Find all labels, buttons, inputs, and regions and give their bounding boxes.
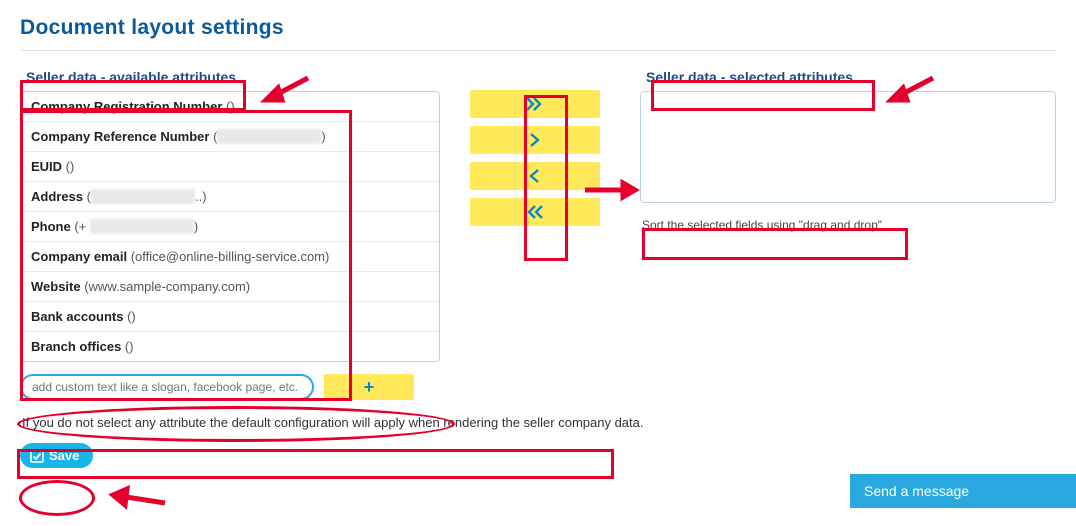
attribute-value: (xxxxxxxxxxxxxxxx) xyxy=(213,129,326,144)
attribute-label: Company Registration Number xyxy=(31,99,226,114)
attribute-label: Company Reference Number xyxy=(31,129,213,144)
move-right-button[interactable] xyxy=(470,126,600,154)
move-all-right-button[interactable] xyxy=(470,90,600,118)
available-item[interactable]: Phone (+ xxxxxxxxxxxxxxxx) xyxy=(21,212,439,242)
save-button-label: Save xyxy=(49,448,79,463)
save-button[interactable]: Save xyxy=(20,443,93,468)
add-custom-text-button[interactable]: + xyxy=(324,374,414,400)
available-item[interactable]: Website (www.sample-company.com) xyxy=(21,272,439,302)
chat-widget[interactable]: Send a message xyxy=(850,474,1076,508)
attribute-value: () xyxy=(226,99,235,114)
attribute-value: () xyxy=(125,339,134,354)
available-attributes-header: Seller data - available attributes xyxy=(20,65,242,89)
attribute-label: Phone xyxy=(31,219,74,234)
attribute-value: (xxxxxxxxxxxxxxxx..) xyxy=(87,189,207,204)
available-item[interactable]: EUID () xyxy=(21,152,439,182)
move-all-left-button[interactable] xyxy=(470,198,600,226)
attribute-label: Bank accounts xyxy=(31,309,127,324)
attribute-label: EUID xyxy=(31,159,66,174)
available-item[interactable]: Company email (office@online-billing-ser… xyxy=(21,242,439,272)
page-title: Document layout settings xyxy=(20,16,1056,40)
attribute-value: () xyxy=(66,159,75,174)
custom-text-input[interactable] xyxy=(20,374,314,400)
move-left-button[interactable] xyxy=(470,162,600,190)
selected-attributes-header: Seller data - selected attributes xyxy=(640,65,859,89)
attribute-value: (office@online-billing-service.com) xyxy=(131,249,330,264)
available-item[interactable]: Address (xxxxxxxxxxxxxxxx..) xyxy=(21,182,439,212)
attribute-label: Branch offices xyxy=(31,339,125,354)
check-icon xyxy=(30,449,44,463)
drag-drop-hint: Sort the selected fields using "drag and… xyxy=(640,215,884,235)
default-config-notice: If you do not select any attribute the d… xyxy=(20,412,646,433)
divider xyxy=(20,50,1056,51)
available-item[interactable]: Bank accounts () xyxy=(21,302,439,332)
attribute-label: Company email xyxy=(31,249,131,264)
available-attributes-list[interactable]: Company Registration Number ()Company Re… xyxy=(20,91,440,362)
attribute-value: () xyxy=(127,309,136,324)
attribute-value: (+ xxxxxxxxxxxxxxxx) xyxy=(74,219,198,234)
attribute-value: (www.sample-company.com) xyxy=(84,279,250,294)
attribute-label: Address xyxy=(31,189,87,204)
move-buttons-column xyxy=(470,65,610,234)
available-item[interactable]: Branch offices () xyxy=(21,332,439,361)
attribute-label: Website xyxy=(31,279,84,294)
available-item[interactable]: Company Reference Number (xxxxxxxxxxxxxx… xyxy=(21,122,439,152)
chat-label: Send a message xyxy=(864,483,969,499)
selected-attributes-list[interactable] xyxy=(640,91,1056,203)
available-item[interactable]: Company Registration Number () xyxy=(21,92,439,122)
